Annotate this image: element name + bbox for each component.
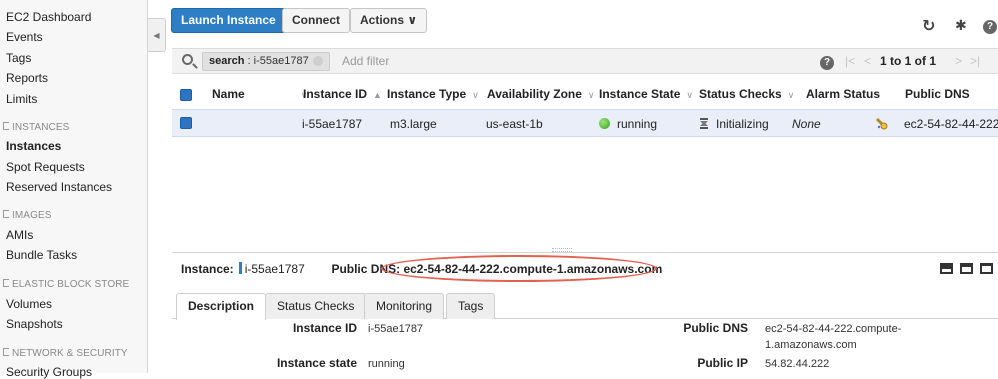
sort-ascending-icon[interactable]: ▲ [373, 90, 382, 100]
tab-status-checks[interactable]: Status Checks [265, 293, 367, 319]
remove-filter-icon[interactable] [312, 56, 323, 67]
field-label-public-ip: Public IP [697, 356, 748, 370]
table-row[interactable]: i-55ae1787 m3.large us-east-1b running I… [172, 109, 998, 137]
sidebar-item-bundle-tasks[interactable]: Bundle Tasks [6, 248, 77, 262]
column-header-status-checks[interactable]: Status Checks ∨ [699, 87, 794, 101]
create-alarm-icon[interactable] [874, 116, 888, 130]
cell-availability-zone: us-east-1b [486, 117, 543, 131]
resize-handle-icon[interactable] [552, 248, 572, 252]
sidebar-item-volumes[interactable]: Volumes [6, 297, 52, 311]
next-page-icon[interactable]: > [955, 54, 962, 68]
prev-page-icon[interactable]: < [864, 54, 871, 68]
column-header-alarm-status[interactable]: Alarm Status [806, 87, 880, 101]
cell-instance-id: i-55ae1787 [302, 117, 363, 131]
collapse-icon [3, 210, 9, 218]
tab-tags[interactable]: Tags [446, 293, 496, 319]
sidebar-section-ebs[interactable]: ELASTIC BLOCK STORE [3, 279, 129, 290]
sort-icon[interactable]: ∨ [588, 90, 595, 100]
sidebar-item-snapshots[interactable]: Snapshots [6, 317, 63, 331]
tab-description[interactable]: Description [176, 293, 267, 320]
cell-instance-type: m3.large [390, 117, 437, 131]
running-status-icon [599, 118, 610, 129]
sidebar-item-amis[interactable]: AMIs [6, 228, 33, 242]
sort-icon[interactable]: ∨ [472, 90, 479, 100]
cell-status-checks: Initializing [700, 117, 769, 131]
cell-alarm-status: None [792, 117, 821, 131]
sidebar-item-ec2-dashboard[interactable]: EC2 Dashboard [6, 10, 91, 24]
tab-monitoring[interactable]: Monitoring [364, 293, 445, 319]
pane-maximize-icon[interactable] [980, 263, 993, 274]
sort-icon[interactable]: ∨ [686, 90, 693, 100]
filter-help-icon[interactable]: ? [820, 54, 834, 70]
gear-icon[interactable]: ✱ [955, 17, 967, 34]
sidebar-item-events[interactable]: Events [6, 30, 43, 44]
cell-instance-state: running [599, 117, 657, 131]
collapse-icon [3, 348, 9, 356]
cell-public-dns: ec2-54-82-44-222.c [904, 117, 998, 131]
collapse-icon [3, 279, 9, 287]
sidebar-collapse-handle[interactable]: ◀ [148, 18, 166, 52]
field-value-instance-state: running [368, 358, 405, 370]
table-header: Name ∨ Instance ID ▲ Instance Type ∨ Availa… [172, 83, 998, 105]
column-header-name[interactable]: Name ∨ [212, 87, 307, 101]
sidebar-section-images[interactable]: IMAGES [3, 210, 52, 221]
last-page-icon[interactable]: >| [970, 54, 980, 68]
select-all-checkbox[interactable] [180, 89, 192, 101]
search-icon [182, 54, 193, 65]
field-value-public-dns-line1: ec2-54-82-44-222.compute- [765, 323, 902, 335]
first-page-icon[interactable]: |< [845, 54, 855, 68]
hourglass-icon [700, 118, 708, 129]
launch-instance-button[interactable]: Launch Instance [171, 8, 286, 33]
sidebar-item-security-groups[interactable]: Security Groups [6, 365, 92, 379]
actions-dropdown[interactable]: Actions ∨ [350, 8, 428, 33]
instance-marker [238, 262, 242, 274]
detail-pane-divider[interactable] [172, 252, 998, 253]
sidebar-item-spot-requests[interactable]: Spot Requests [6, 160, 85, 174]
column-header-instance-id[interactable]: Instance ID ▲ [303, 87, 382, 101]
field-label-instance-id: Instance ID [292, 321, 357, 335]
sidebar-section-instances[interactable]: INSTANCES [3, 122, 69, 133]
field-label-public-dns: Public DNS [683, 321, 748, 335]
help-icon[interactable]: ? [983, 16, 997, 34]
sidebar-section-network[interactable]: NETWORK & SECURITY [3, 348, 128, 359]
column-header-instance-type[interactable]: Instance Type ∨ [387, 87, 479, 101]
field-value-public-ip: 54.82.44.222 [765, 358, 830, 370]
column-header-instance-state[interactable]: Instance State ∨ [599, 87, 693, 101]
detail-instance-id: i-55ae1787 [244, 262, 305, 276]
collapse-icon [3, 122, 9, 130]
sidebar-item-reports[interactable]: Reports [6, 71, 48, 85]
sidebar-item-reserved-instances[interactable]: Reserved Instances [6, 180, 112, 194]
refresh-icon[interactable]: ↻ [922, 16, 935, 36]
pane-bottom-layout-icon[interactable] [940, 263, 953, 274]
column-header-public-dns[interactable]: Public DNS [905, 87, 970, 101]
add-filter-input[interactable]: Add filter [342, 54, 389, 68]
field-value-public-dns-line2: 1.amazonaws.com [765, 339, 857, 351]
search-filter-token[interactable]: search : i-55ae1787 [202, 52, 330, 71]
sort-icon[interactable]: ∨ [788, 90, 795, 100]
filter-bar: search : i-55ae1787 Add filter ? |< < 1 … [172, 48, 998, 74]
field-label-instance-state: Instance state [276, 356, 357, 370]
connect-button[interactable]: Connect [282, 8, 350, 33]
sidebar-item-instances[interactable]: Instances [6, 139, 61, 153]
field-value-instance-id: i-55ae1787 [368, 323, 424, 335]
annotation-highlight-ellipse [381, 255, 657, 282]
pagination-count: 1 to 1 of 1 [880, 54, 937, 68]
row-checkbox[interactable] [180, 117, 192, 129]
column-header-availability-zone[interactable]: Availability Zone ∨ [487, 87, 595, 101]
sidebar-item-tags[interactable]: Tags [6, 51, 31, 65]
pane-split-layout-icon[interactable] [960, 263, 973, 274]
sidebar-item-limits[interactable]: Limits [6, 92, 37, 106]
sidebar: EC2 Dashboard Events Tags Reports Limits… [0, 0, 148, 379]
